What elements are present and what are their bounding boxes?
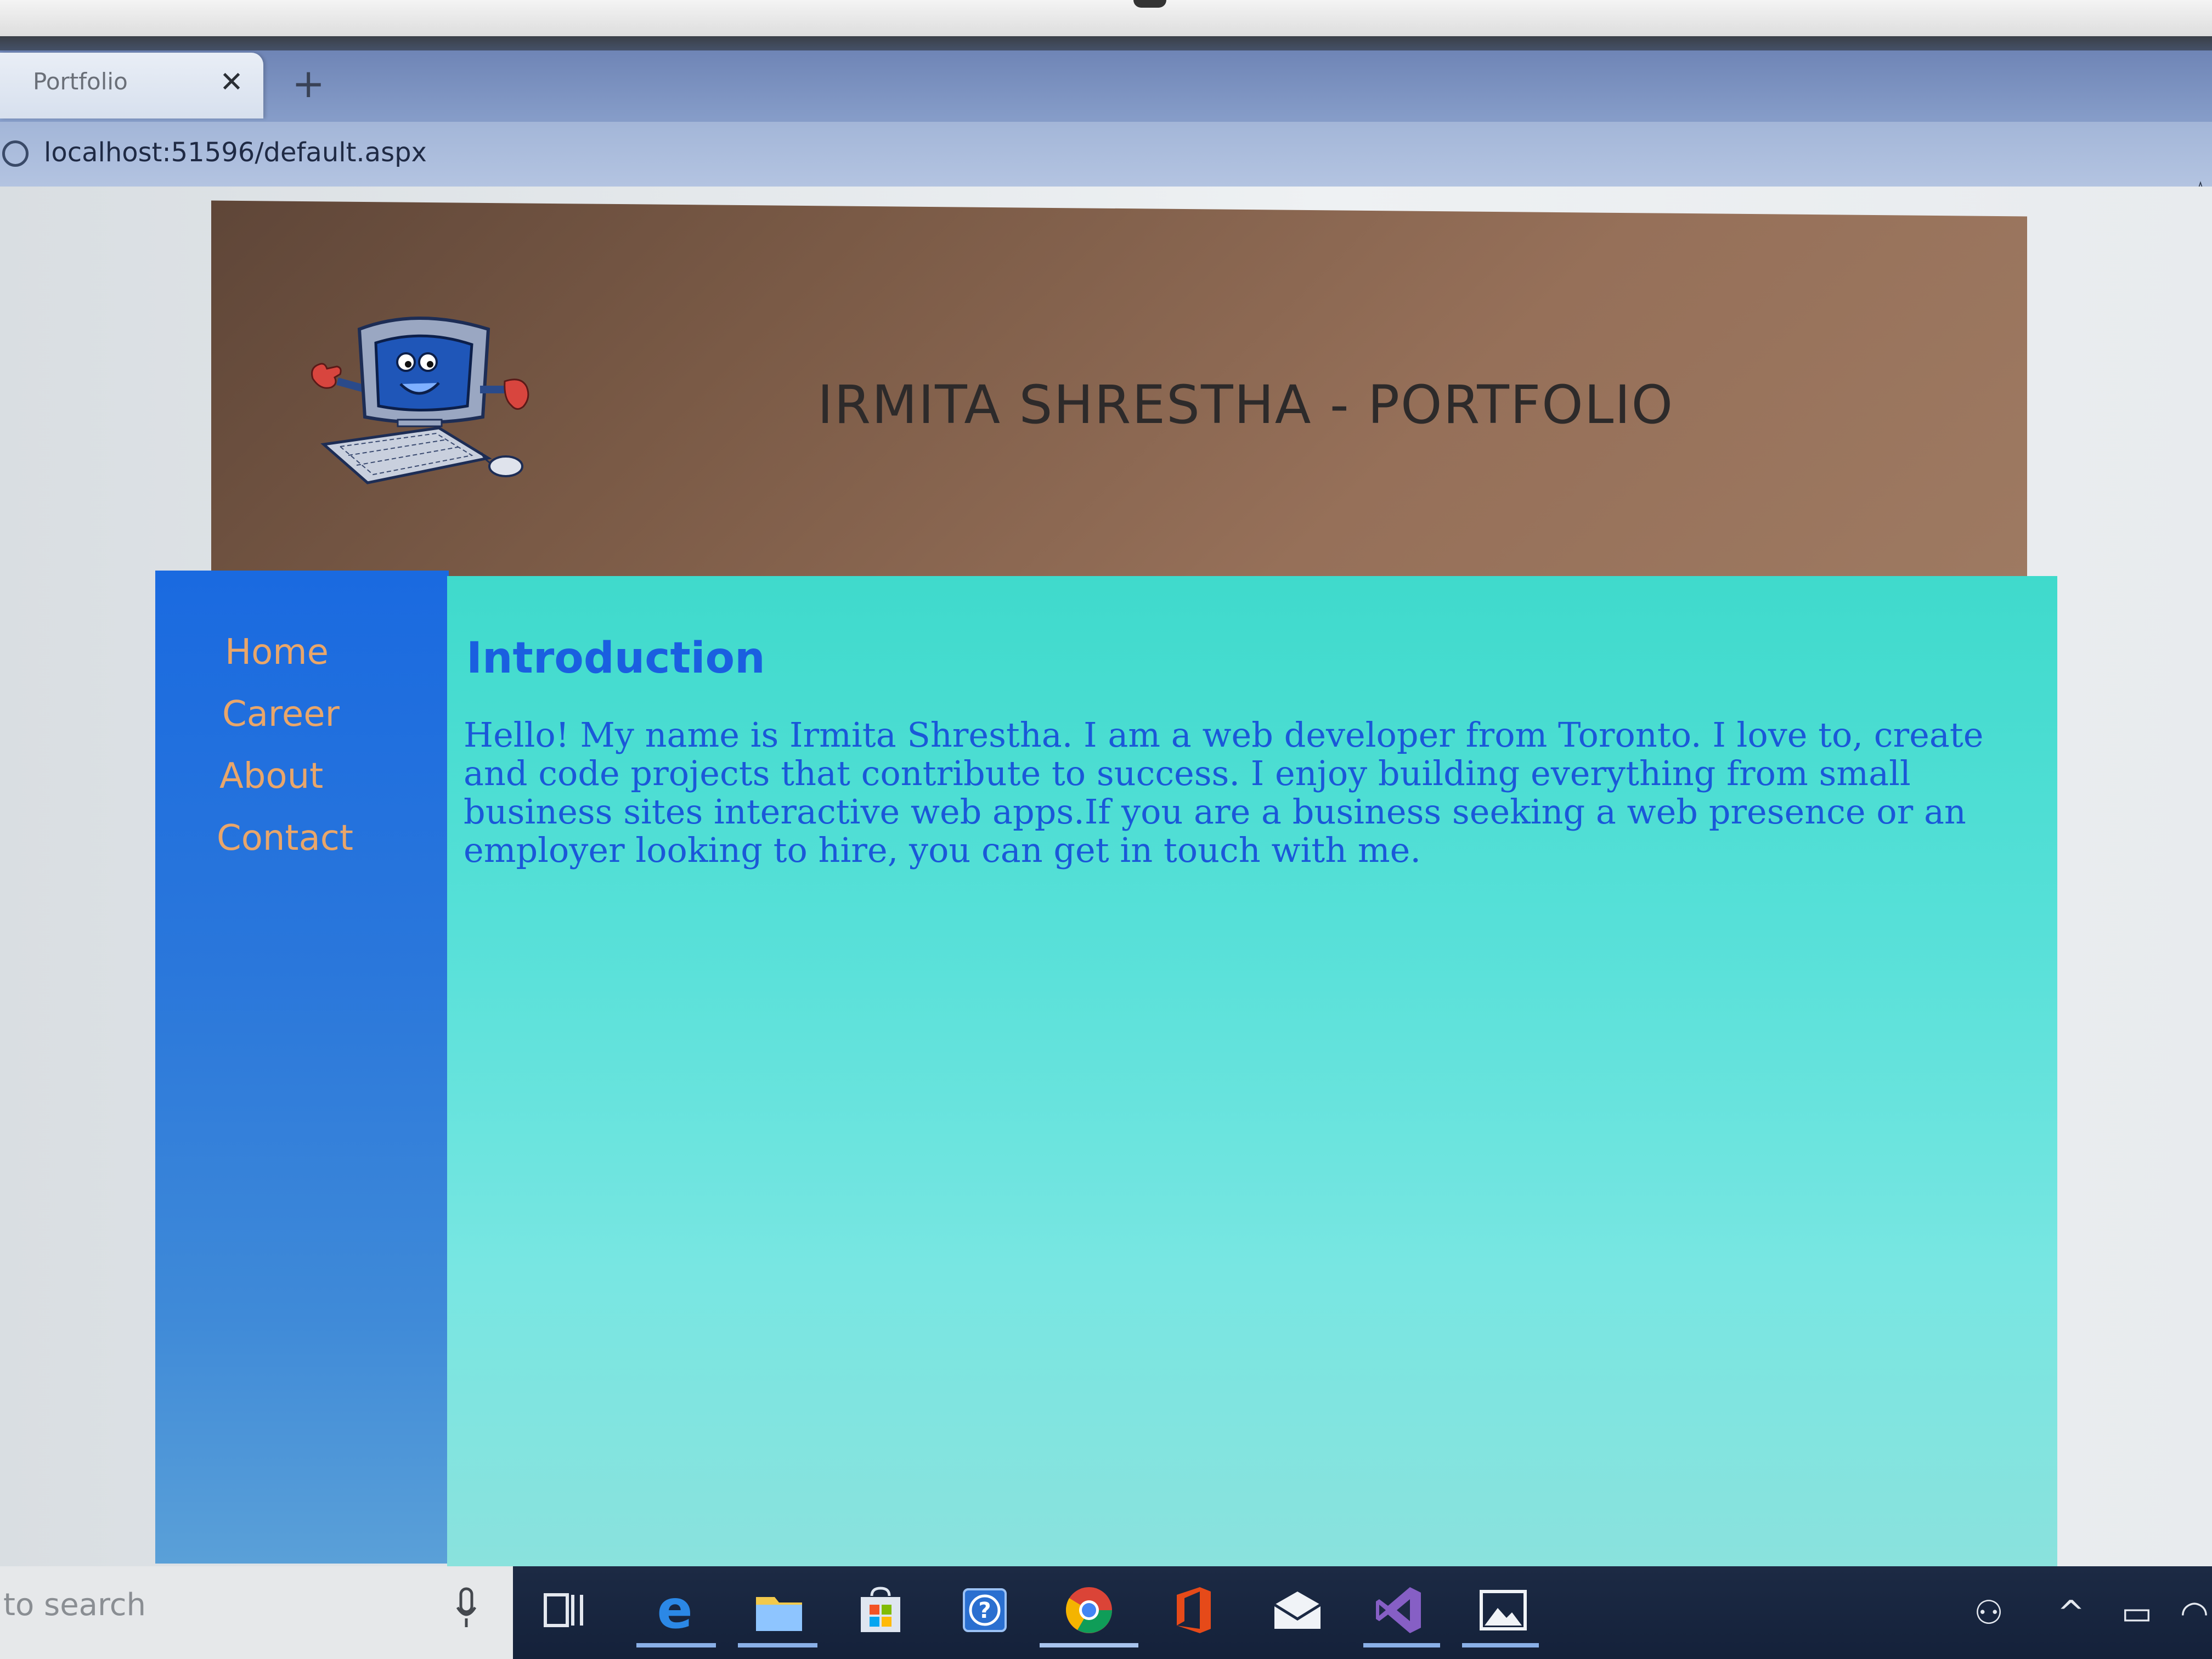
webcam — [1133, 0, 1166, 8]
laptop-bezel — [0, 0, 2212, 38]
tab-title: Portfolio — [33, 68, 128, 95]
browser-tab-strip — [0, 50, 2212, 133]
help-icon[interactable]: ? — [957, 1583, 1012, 1638]
svg-text:e: e — [657, 1583, 692, 1638]
nav-about-link[interactable]: About — [219, 756, 323, 797]
photos-icon[interactable] — [1476, 1583, 1531, 1638]
microphone-icon[interactable] — [455, 1587, 477, 1630]
new-tab-button[interactable]: + — [292, 64, 325, 103]
page-title: IRMITA SHRESTHA - PORTFOLIO — [817, 374, 1674, 436]
file-explorer-icon[interactable] — [752, 1583, 806, 1638]
mouse — [488, 455, 523, 477]
nav-home-link[interactable]: Home — [225, 632, 329, 673]
right-hand — [504, 379, 529, 410]
computer-mascot-logo — [311, 317, 529, 484]
mail-icon[interactable] — [1270, 1583, 1325, 1638]
nav-contact-link[interactable]: Contact — [217, 818, 353, 859]
browser-tab[interactable]: Portfolio ✕ — [0, 53, 263, 119]
url-field[interactable]: localhost:51596/default.aspx — [44, 137, 427, 168]
chevron-up-icon[interactable]: ^ — [2052, 1594, 2090, 1632]
screen: Portfolio ✕ + localhost:51596/default.as… — [0, 0, 2212, 1659]
vs-running-indicator — [1363, 1643, 1440, 1647]
wifi-icon[interactable]: ◠ — [2175, 1594, 2212, 1632]
battery-icon[interactable]: ▭ — [2118, 1594, 2156, 1632]
photos-running-indicator — [1462, 1643, 1539, 1647]
edge-icon[interactable]: e — [647, 1583, 702, 1638]
nav-career-link[interactable]: Career — [222, 694, 340, 735]
content-paragraph: Hello! My name is Irmita Shrestha. I am … — [464, 715, 1984, 870]
people-icon[interactable]: ⚇ — [1970, 1594, 2008, 1632]
content-heading: Introduction — [466, 634, 765, 683]
monitor — [357, 317, 490, 427]
search-placeholder[interactable]: to search — [3, 1587, 146, 1623]
task-view-icon[interactable] — [538, 1583, 592, 1638]
left-hand — [311, 363, 342, 389]
tab-close-icon[interactable]: ✕ — [218, 68, 245, 97]
svg-text:?: ? — [978, 1598, 991, 1623]
page-info-icon[interactable] — [2, 140, 29, 167]
explorer-running-indicator — [738, 1643, 817, 1647]
visual-studio-icon[interactable] — [1372, 1583, 1426, 1638]
chrome-active-indicator — [1040, 1643, 1138, 1647]
edge-running-indicator — [636, 1643, 716, 1647]
chrome-icon[interactable] — [1062, 1583, 1116, 1638]
store-icon[interactable] — [853, 1583, 908, 1638]
office-icon[interactable] — [1166, 1583, 1221, 1638]
keyboard — [320, 426, 492, 484]
